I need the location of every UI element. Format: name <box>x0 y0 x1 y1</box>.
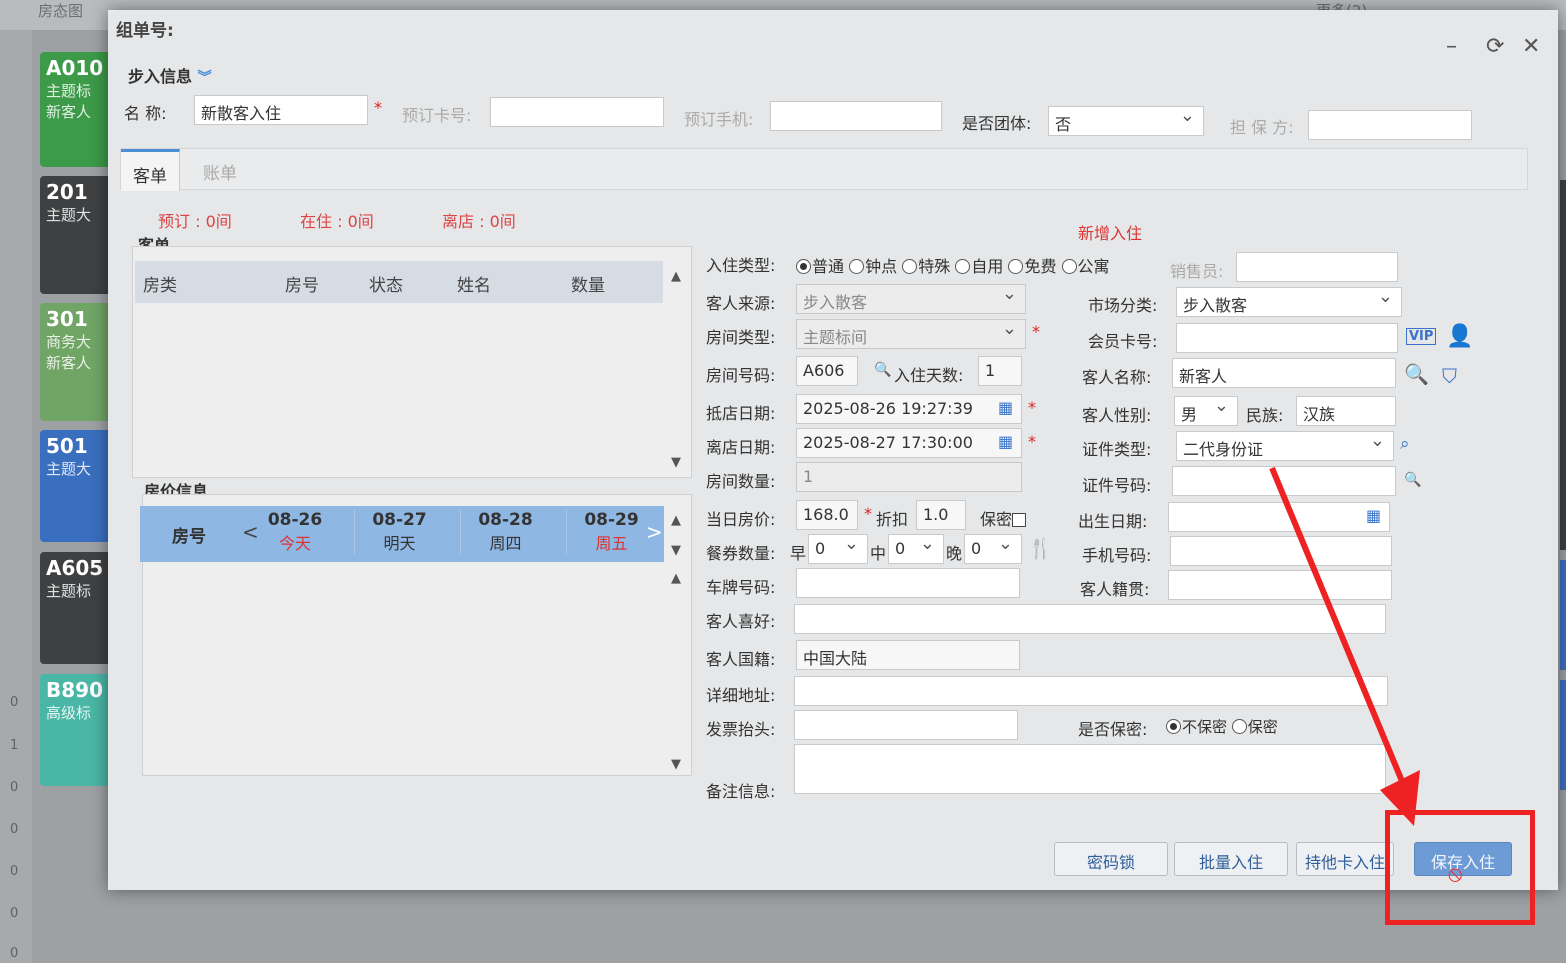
annotation-arrow-icon <box>1269 466 1420 826</box>
annotation-highlight-box <box>1385 810 1535 925</box>
